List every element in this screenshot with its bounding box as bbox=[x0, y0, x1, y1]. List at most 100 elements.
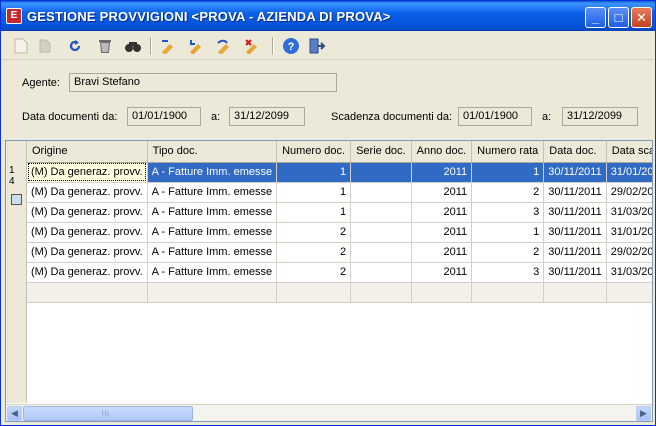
column-header-serie-doc[interactable]: Serie doc. bbox=[350, 141, 412, 163]
table-cell[interactable]: 2011 bbox=[411, 182, 473, 203]
table-cell[interactable] bbox=[543, 282, 607, 303]
table-cell[interactable]: 2011 bbox=[411, 162, 473, 183]
table-cell[interactable]: 30/11/2011 bbox=[543, 242, 607, 263]
table-cell[interactable] bbox=[350, 242, 412, 263]
table-cell[interactable]: 31/03/20 bbox=[606, 262, 652, 283]
delete-icon[interactable] bbox=[94, 36, 116, 56]
table-cell[interactable]: 1 bbox=[471, 222, 545, 243]
table-cell[interactable]: 2 bbox=[276, 222, 352, 243]
table-cell[interactable]: 2011 bbox=[411, 242, 473, 263]
grip-icon: ||| bbox=[102, 411, 110, 417]
table-cell[interactable] bbox=[471, 282, 545, 303]
table-row[interactable]: (M) Da generaz. provv. A - Fatture Imm. e… bbox=[27, 242, 652, 263]
column-header-data-scad[interactable]: Data scad bbox=[606, 141, 652, 163]
table-cell[interactable]: 30/11/2011 bbox=[543, 162, 607, 183]
table-cell[interactable]: 2011 bbox=[411, 202, 473, 223]
maximize-button[interactable]: □ bbox=[608, 7, 629, 28]
column-header-anno-doc[interactable]: Anno doc. bbox=[411, 141, 473, 163]
scadenza-from-field[interactable]: 01/01/1900 bbox=[458, 107, 532, 126]
table-cell[interactable]: 3 bbox=[471, 202, 545, 223]
table-cell[interactable]: A - Fatture Imm. emesse bbox=[147, 202, 278, 223]
help-icon[interactable]: ? bbox=[280, 36, 302, 56]
agente-field[interactable]: Bravi Stefano bbox=[69, 73, 337, 92]
row-indicator-icon bbox=[11, 194, 22, 205]
scroll-left-button[interactable]: ◀ bbox=[7, 406, 22, 421]
table-cell[interactable]: 1 bbox=[276, 162, 352, 183]
title-bar[interactable]: E GESTIONE PROVVIGIONI <PROVA - AZIENDA … bbox=[1, 1, 655, 31]
column-header-tipo-doc[interactable]: Tipo doc. bbox=[147, 141, 278, 163]
column-header-numero-rata[interactable]: Numero rata bbox=[471, 141, 545, 163]
table-cell[interactable]: 30/11/2011 bbox=[543, 202, 607, 223]
table-cell[interactable] bbox=[350, 222, 412, 243]
table-cell[interactable]: A - Fatture Imm. emesse bbox=[147, 222, 278, 243]
minimize-button[interactable]: _ bbox=[585, 7, 606, 28]
table-cell[interactable] bbox=[350, 182, 412, 203]
undo-edit-icon[interactable] bbox=[214, 36, 236, 56]
table-row[interactable]: (M) Da generaz. provv. A - Fatture Imm. e… bbox=[27, 182, 652, 203]
table-cell[interactable]: 2011 bbox=[411, 222, 473, 243]
table-cell[interactable] bbox=[147, 282, 278, 303]
table-cell[interactable]: 2 bbox=[276, 242, 352, 263]
cancel-edit-icon[interactable] bbox=[242, 36, 264, 56]
table-cell[interactable]: 2 bbox=[471, 182, 545, 203]
column-header-numero-doc[interactable]: Numero doc. bbox=[276, 141, 352, 163]
table-cell[interactable]: 31/01/20 bbox=[606, 162, 652, 183]
documents-grid[interactable]: 1 4 Origine Tipo doc. Numero doc. Serie doc… bbox=[5, 140, 653, 422]
table-cell[interactable]: (M) Da generaz. provv. bbox=[27, 202, 148, 223]
new-icon[interactable] bbox=[10, 36, 32, 56]
table-row-empty[interactable] bbox=[27, 282, 652, 303]
column-header-origine[interactable]: Origine bbox=[27, 141, 148, 163]
table-cell[interactable] bbox=[350, 262, 412, 283]
exit-icon[interactable] bbox=[306, 36, 328, 56]
refresh-icon[interactable] bbox=[64, 36, 86, 56]
table-cell[interactable]: 2 bbox=[276, 262, 352, 283]
column-header-data-doc[interactable]: Data doc. bbox=[543, 141, 607, 163]
table-cell[interactable]: 2011 bbox=[411, 262, 473, 283]
table-cell[interactable]: 29/02/20 bbox=[606, 182, 652, 203]
table-cell[interactable]: 1 bbox=[471, 162, 545, 183]
table-cell[interactable]: A - Fatture Imm. emesse bbox=[147, 262, 278, 283]
table-cell[interactable]: (M) Da generaz. provv. bbox=[27, 222, 148, 243]
table-cell[interactable] bbox=[350, 202, 412, 223]
table-cell[interactable]: A - Fatture Imm. emesse bbox=[147, 182, 278, 203]
scroll-right-button[interactable]: ▶ bbox=[636, 406, 651, 421]
table-row[interactable]: (M) Da generaz. provv. A - Fatture Imm. e… bbox=[27, 202, 652, 223]
table-cell[interactable]: (M) Da generaz. provv. bbox=[27, 162, 148, 183]
find-icon[interactable] bbox=[122, 36, 144, 56]
table-cell[interactable]: 31/03/20 bbox=[606, 202, 652, 223]
data-documenti-label: Data documenti da: bbox=[22, 111, 118, 123]
table-cell[interactable]: 30/11/2011 bbox=[543, 182, 607, 203]
close-button[interactable]: ✕ bbox=[631, 7, 652, 28]
open-icon[interactable] bbox=[34, 36, 56, 56]
table-cell[interactable]: 29/02/20 bbox=[606, 242, 652, 263]
table-cell[interactable]: (M) Da generaz. provv. bbox=[27, 242, 148, 263]
horizontal-scrollbar[interactable]: ◀ ||| ▶ bbox=[6, 404, 652, 421]
data-doc-to-field[interactable]: 31/12/2099 bbox=[229, 107, 305, 126]
table-cell[interactable] bbox=[411, 282, 473, 303]
table-row[interactable]: (M) Da generaz. provv. A - Fatture Imm. e… bbox=[27, 262, 652, 283]
edit-icon[interactable] bbox=[158, 36, 180, 56]
table-cell[interactable]: 30/11/2011 bbox=[543, 222, 607, 243]
table-cell[interactable]: 31/01/20 bbox=[606, 222, 652, 243]
table-cell[interactable]: 2 bbox=[471, 242, 545, 263]
table-cell[interactable] bbox=[350, 162, 412, 183]
app-icon[interactable]: E bbox=[6, 8, 22, 24]
table-cell[interactable]: 1 bbox=[276, 182, 352, 203]
table-cell[interactable]: 30/11/2011 bbox=[543, 262, 607, 283]
table-row[interactable]: (M) Da generaz. provv. A - Fatture Imm. e… bbox=[27, 162, 652, 183]
table-cell[interactable] bbox=[350, 282, 412, 303]
scadenza-to-field[interactable]: 31/12/2099 bbox=[562, 107, 638, 126]
table-cell[interactable]: A - Fatture Imm. emesse bbox=[147, 162, 278, 183]
table-cell[interactable] bbox=[276, 282, 352, 303]
table-cell[interactable]: (M) Da generaz. provv. bbox=[27, 262, 148, 283]
table-cell[interactable]: 1 bbox=[276, 202, 352, 223]
table-cell[interactable] bbox=[27, 282, 148, 303]
table-cell[interactable]: 3 bbox=[471, 262, 545, 283]
table-row[interactable]: (M) Da generaz. provv. A - Fatture Imm. e… bbox=[27, 222, 652, 243]
table-cell[interactable] bbox=[606, 282, 652, 303]
edit-down-icon[interactable] bbox=[186, 36, 208, 56]
data-doc-from-field[interactable]: 01/01/1900 bbox=[127, 107, 201, 126]
scroll-thumb[interactable]: ||| bbox=[23, 406, 193, 421]
table-cell[interactable]: A - Fatture Imm. emesse bbox=[147, 242, 278, 263]
table-cell[interactable]: (M) Da generaz. provv. bbox=[27, 182, 148, 203]
